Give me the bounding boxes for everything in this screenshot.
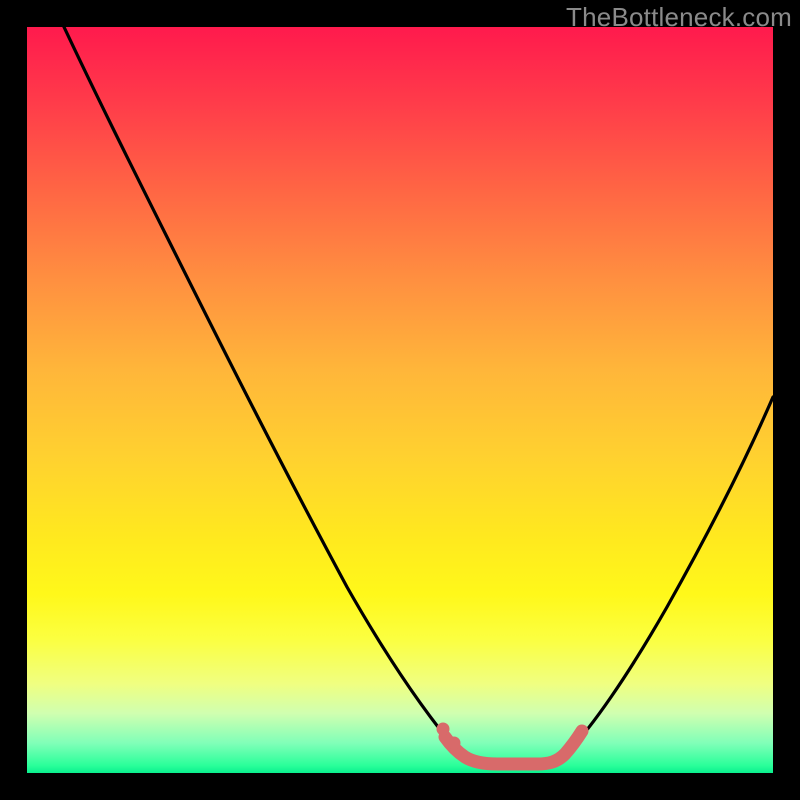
bottleneck-curve — [27, 27, 773, 773]
accent-dot-2 — [448, 737, 461, 750]
plot-area — [27, 27, 773, 773]
chart-frame: TheBottleneck.com — [0, 0, 800, 800]
left-curve — [64, 27, 459, 753]
watermark-text: TheBottleneck.com — [566, 2, 792, 33]
accent-dot-1 — [437, 723, 450, 736]
right-curve — [567, 397, 773, 753]
accent-valley — [445, 731, 582, 764]
